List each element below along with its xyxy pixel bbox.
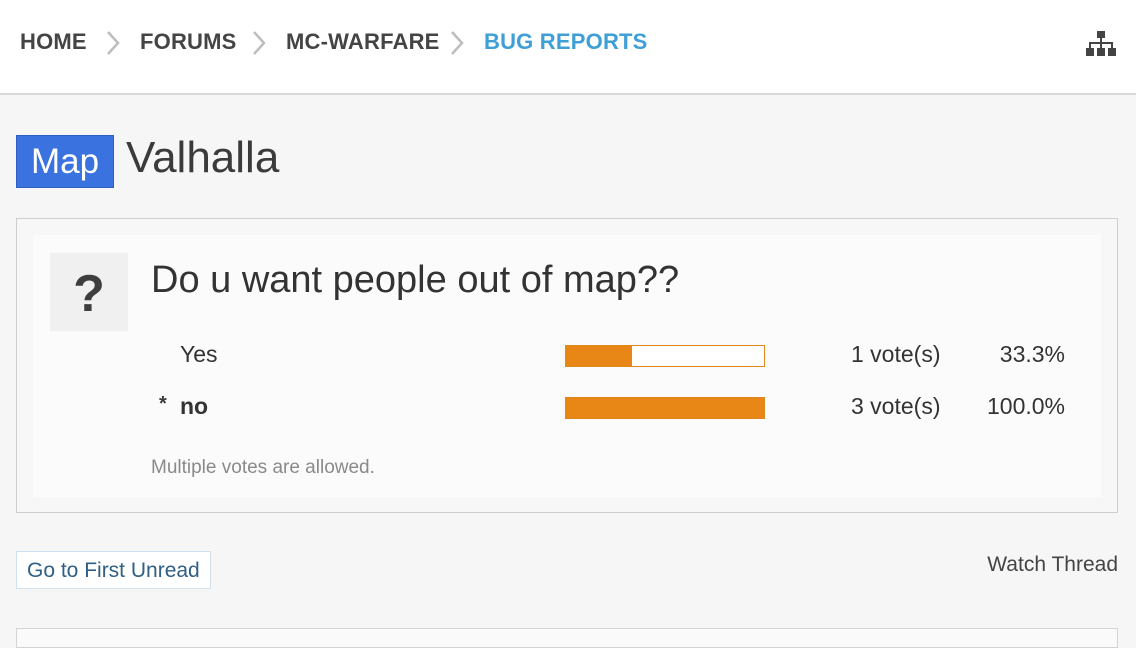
chevron-right-icon: [451, 31, 464, 55]
poll-option-percent: 100.0%: [986, 393, 1065, 419]
thread-prefix-badge[interactable]: Map: [16, 135, 114, 188]
breadcrumb-mc-warfare[interactable]: MC-WARFARE: [286, 29, 440, 55]
voted-marker: *: [159, 393, 167, 415]
thread-title: Valhalla: [126, 133, 280, 182]
poll-container: ? Do u want people out of map?? Yes 1 vo…: [16, 218, 1118, 513]
poll-option: * no 3 vote(s) 100.0%: [33, 393, 1101, 423]
poll-result-bar-fill: [566, 398, 764, 418]
top-navigation-bar: HOME FORUMS MC-WARFARE BUG REPORTS: [0, 0, 1136, 95]
sitemap-icon[interactable]: [1086, 30, 1116, 58]
go-to-first-unread-button[interactable]: Go to First Unread: [16, 551, 211, 589]
poll-result-bar-fill: [566, 346, 632, 366]
question-mark-icon: ?: [50, 253, 128, 331]
poll-question: Do u want people out of map??: [151, 259, 680, 301]
poll-result-bar: [565, 397, 765, 419]
poll-results: ? Do u want people out of map?? Yes 1 vo…: [33, 235, 1101, 497]
post-container: [16, 628, 1118, 648]
breadcrumb-home[interactable]: HOME: [20, 29, 87, 55]
watch-thread-link[interactable]: Watch Thread: [987, 553, 1118, 577]
poll-option-label: Yes: [180, 341, 218, 367]
poll-option-percent: 33.3%: [999, 341, 1065, 367]
breadcrumb-forums[interactable]: FORUMS: [140, 29, 237, 55]
poll-result-bar: [565, 345, 765, 367]
poll-option-label: no: [180, 393, 209, 419]
chevron-right-icon: [253, 31, 266, 55]
poll-note: Multiple votes are allowed.: [151, 457, 375, 478]
poll-option: Yes 1 vote(s) 33.3%: [33, 341, 1101, 371]
breadcrumb-bug-reports[interactable]: BUG REPORTS: [484, 29, 648, 55]
poll-option-votes: 3 vote(s): [851, 393, 941, 419]
chevron-right-icon: [107, 31, 120, 55]
poll-option-votes: 1 vote(s): [851, 341, 941, 367]
